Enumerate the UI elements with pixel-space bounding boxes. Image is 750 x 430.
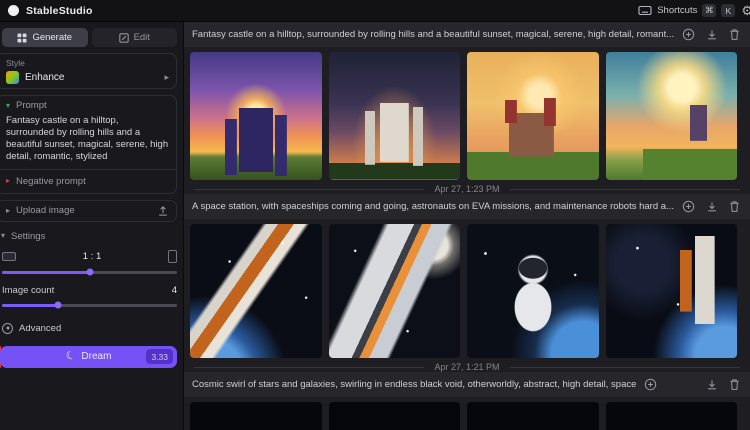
shortcuts-button[interactable]: Shortcuts ⌘ K [638, 4, 735, 17]
edit-icon [119, 33, 129, 43]
generated-image[interactable] [606, 52, 738, 180]
trash-icon[interactable] [729, 28, 740, 41]
plus-circle-icon[interactable] [644, 378, 657, 391]
image-grid [184, 219, 750, 362]
advanced-label: Advanced [19, 323, 61, 334]
dream-button[interactable]: ☾ Dream 3.33 [0, 346, 177, 368]
upload-image-section[interactable]: ▸ Upload image [0, 200, 177, 222]
style-label: Style [6, 58, 169, 68]
tab-generate[interactable]: Generate [2, 28, 88, 47]
landscape-ratio-icon[interactable] [2, 252, 16, 261]
image-count-row: Image count 4 [2, 285, 177, 296]
generated-image[interactable] [606, 224, 738, 358]
generated-image[interactable] [467, 224, 599, 358]
advanced-section[interactable]: Advanced [2, 323, 177, 334]
generated-image[interactable] [329, 224, 461, 358]
timestamp: Apr 27, 1:21 PM [434, 362, 499, 372]
download-icon[interactable] [706, 200, 718, 213]
app-logo [8, 5, 19, 16]
sidebar: Generate Edit Style Enhance ▸ ▾ Prompt [0, 22, 184, 430]
settings-section-header[interactable]: ▾ Settings [1, 231, 177, 242]
aspect-ratio-slider[interactable] [2, 271, 177, 274]
keyboard-icon [638, 5, 652, 16]
image-grid [184, 47, 750, 184]
negative-prompt-label: Negative prompt [16, 176, 86, 187]
moon-icon: ☾ [64, 350, 76, 363]
k-key-badge: K [721, 4, 735, 17]
timestamp-divider: Apr 27, 1:21 PM [184, 362, 750, 372]
generated-image[interactable] [329, 52, 461, 180]
timestamp: Apr 27, 1:23 PM [434, 184, 499, 194]
trash-icon[interactable] [729, 378, 740, 391]
chevron-right-icon: ▸ [164, 72, 169, 83]
mode-tabs: Generate Edit [2, 28, 177, 47]
plus-circle-icon[interactable] [682, 28, 695, 41]
generation-group-header: A space station, with spaceships coming … [184, 194, 750, 219]
group-prompt-text: Cosmic swirl of stars and galaxies, swir… [192, 379, 636, 390]
style-selector[interactable]: Style Enhance ▸ [0, 53, 177, 89]
upload-image-label: Upload image [16, 205, 75, 216]
settings-gear-icon[interactable]: ⚙ [741, 4, 750, 17]
tab-generate-label: Generate [32, 32, 72, 43]
group-prompt-text: Fantasy castle on a hilltop, surrounded … [192, 29, 674, 40]
app-title: StableStudio [26, 5, 93, 17]
tab-edit-label: Edit [134, 32, 150, 43]
image-count-value: 4 [172, 285, 177, 296]
image-grid [184, 397, 750, 430]
generate-icon [17, 33, 27, 43]
generated-image[interactable] [190, 402, 322, 430]
style-thumbnail [6, 71, 19, 84]
generation-group-header: Fantasy castle on a hilltop, surrounded … [184, 22, 750, 47]
tab-edit[interactable]: Edit [92, 28, 178, 47]
caret-right-icon: ▸ [6, 177, 10, 185]
download-icon[interactable] [706, 28, 718, 41]
prompt-label: Prompt [16, 100, 47, 111]
settings-label: Settings [11, 231, 45, 242]
image-count-slider[interactable] [2, 304, 177, 307]
generated-image[interactable] [329, 402, 461, 430]
plus-circle-icon[interactable] [682, 200, 695, 213]
aspect-ratio-value: 1 : 1 [16, 251, 168, 262]
aspect-ratio-row: 1 : 1 [2, 250, 177, 263]
generated-image[interactable] [190, 224, 322, 358]
generation-group-header: Cosmic swirl of stars and galaxies, swir… [184, 372, 750, 397]
generated-image[interactable] [606, 402, 738, 430]
style-value: Enhance [25, 72, 158, 83]
generated-image[interactable] [190, 52, 322, 180]
top-bar: StableStudio Shortcuts ⌘ K ⚙ [0, 0, 750, 22]
trash-icon[interactable] [729, 200, 740, 213]
advanced-icon [2, 323, 13, 334]
download-icon[interactable] [706, 378, 718, 391]
shortcuts-label: Shortcuts [657, 5, 697, 16]
generations-feed: Fantasy castle on a hilltop, surrounded … [184, 22, 750, 430]
caret-down-icon: ▾ [1, 232, 5, 240]
negative-prompt-section[interactable]: ▸ Negative prompt [6, 176, 169, 187]
generated-image[interactable] [467, 52, 599, 180]
dream-button-label: Dream [81, 351, 111, 362]
timestamp-divider: Apr 27, 1:23 PM [184, 184, 750, 194]
upload-icon[interactable] [157, 205, 169, 217]
credits-badge: 3.33 [146, 349, 173, 364]
caret-down-icon: ▾ [6, 102, 10, 110]
image-count-label: Image count [2, 285, 172, 296]
cmd-key-badge: ⌘ [702, 4, 716, 17]
group-prompt-text: A space station, with spaceships coming … [192, 201, 674, 212]
generated-image[interactable] [467, 402, 599, 430]
prompt-section-header[interactable]: ▾ Prompt [6, 100, 169, 111]
prompt-input[interactable]: Fantasy castle on a hilltop, surrounded … [6, 115, 169, 163]
portrait-ratio-icon[interactable] [168, 250, 177, 263]
caret-right-icon: ▸ [6, 207, 10, 215]
prompt-panel: ▾ Prompt Fantasy castle on a hilltop, su… [0, 95, 177, 194]
